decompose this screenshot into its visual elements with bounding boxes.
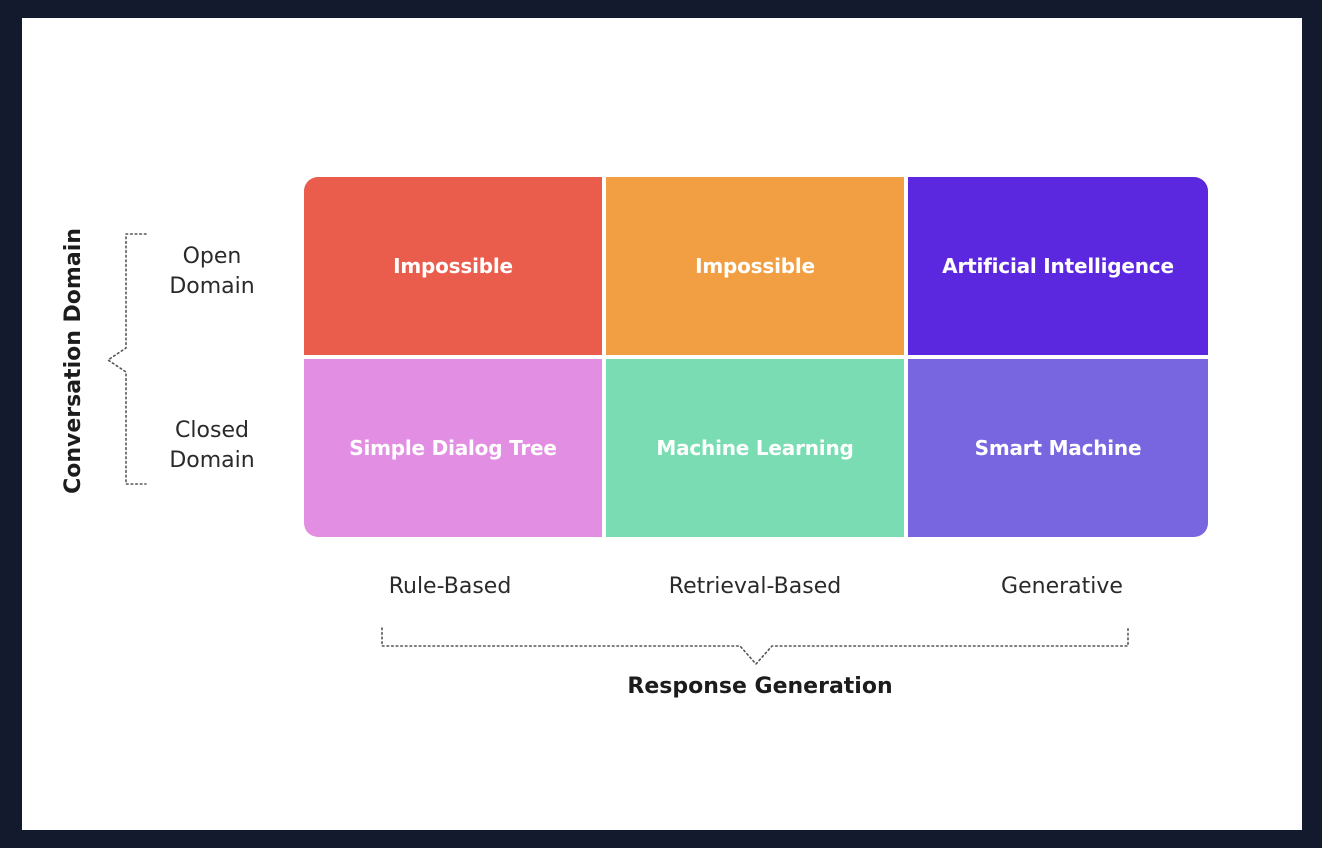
y-axis-title: Conversation Domain — [61, 228, 86, 494]
col-label-retrieval-based: Retrieval-Based — [668, 574, 842, 599]
cell-open-generative: Artificial Intelligence — [908, 177, 1208, 355]
cell-label: Machine Learning — [656, 436, 854, 460]
diagram-canvas: Conversation Domain Open Domain Closed D… — [22, 18, 1302, 830]
cell-closed-retrieval-based: Machine Learning — [606, 359, 904, 537]
row-label-closed-line1: Closed — [175, 418, 249, 443]
row-label-open-line1: Open — [182, 244, 242, 269]
matrix-grid: Impossible Impossible Artificial Intelli… — [304, 177, 1208, 537]
y-axis-brace — [106, 233, 147, 485]
cell-open-retrieval-based: Impossible — [606, 177, 904, 355]
x-axis-brace — [381, 627, 1129, 666]
row-label-closed-domain: Closed Domain — [152, 416, 272, 476]
cell-open-rule-based: Impossible — [304, 177, 602, 355]
row-label-open-domain: Open Domain — [152, 242, 272, 302]
row-label-closed-line2: Domain — [169, 448, 255, 473]
x-axis-title: Response Generation — [627, 674, 893, 699]
cell-label: Impossible — [393, 254, 513, 278]
cell-closed-generative: Smart Machine — [908, 359, 1208, 537]
cell-closed-rule-based: Simple Dialog Tree — [304, 359, 602, 537]
cell-label: Smart Machine — [974, 436, 1142, 460]
col-label-rule-based: Rule-Based — [388, 574, 512, 599]
row-label-open-line2: Domain — [169, 274, 255, 299]
cell-label: Impossible — [695, 254, 815, 278]
cell-label: Artificial Intelligence — [942, 254, 1174, 278]
cell-label: Simple Dialog Tree — [349, 436, 557, 460]
col-label-generative: Generative — [1001, 574, 1123, 599]
